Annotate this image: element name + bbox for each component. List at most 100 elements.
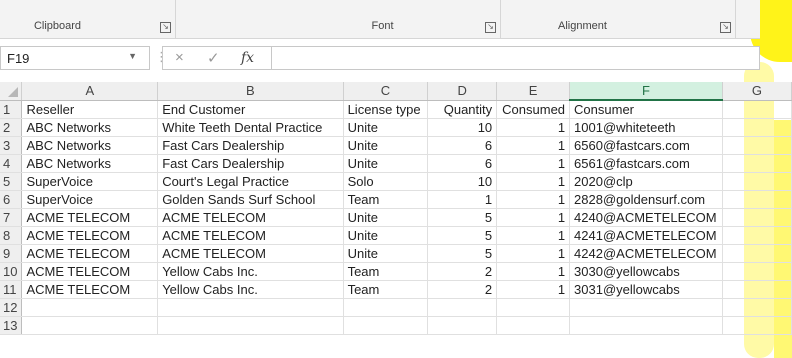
- cell-a9[interactable]: ACME TELECOM: [21, 244, 159, 263]
- cell-a2[interactable]: ABC Networks: [21, 118, 159, 137]
- cell-g13[interactable]: [722, 316, 792, 335]
- cell-a11[interactable]: ACME TELECOM: [21, 280, 159, 299]
- column-header-c[interactable]: C: [343, 82, 429, 101]
- cell-g5[interactable]: [722, 172, 792, 191]
- select-all-button[interactable]: [0, 82, 23, 101]
- cell-a4[interactable]: ABC Networks: [21, 154, 159, 173]
- name-box[interactable]: F19 ▼: [0, 46, 150, 70]
- cell-d12[interactable]: [427, 298, 498, 317]
- cell-c2[interactable]: Unite: [343, 118, 429, 137]
- cell-a7[interactable]: ACME TELECOM: [21, 208, 159, 227]
- cell-a13[interactable]: [21, 316, 159, 335]
- row-header[interactable]: 11: [0, 280, 23, 299]
- row-header[interactable]: 13: [0, 316, 23, 335]
- cell-a12[interactable]: [21, 298, 159, 317]
- cell-g7[interactable]: [722, 208, 792, 227]
- cell-g12[interactable]: [722, 298, 792, 317]
- cell-e12[interactable]: [496, 298, 571, 317]
- cell-a10[interactable]: ACME TELECOM: [21, 262, 159, 281]
- cell-g1[interactable]: [722, 100, 792, 119]
- row-header[interactable]: 7: [0, 208, 23, 227]
- cell-b1[interactable]: End Customer: [157, 100, 344, 119]
- row-header[interactable]: 9: [0, 244, 23, 263]
- cell-c8[interactable]: Unite: [343, 226, 429, 245]
- cell-e4[interactable]: 1: [496, 154, 571, 173]
- cell-a3[interactable]: ABC Networks: [21, 136, 159, 155]
- cell-b8[interactable]: ACME TELECOM: [157, 226, 344, 245]
- chevron-down-icon[interactable]: ▼: [128, 51, 137, 61]
- formula-input[interactable]: [272, 46, 760, 70]
- cell-e3[interactable]: 1: [496, 136, 571, 155]
- cell-d5[interactable]: 10: [427, 172, 498, 191]
- cell-f1[interactable]: Consumer: [569, 100, 723, 119]
- column-header-b[interactable]: B: [157, 82, 344, 101]
- cell-b10[interactable]: Yellow Cabs Inc.: [157, 262, 344, 281]
- cell-c9[interactable]: Unite: [343, 244, 429, 263]
- cell-f11[interactable]: 3031@yellowcabs: [569, 280, 723, 299]
- row-header[interactable]: 2: [0, 118, 23, 137]
- cell-b11[interactable]: Yellow Cabs Inc.: [157, 280, 344, 299]
- cell-c10[interactable]: Team: [343, 262, 429, 281]
- cell-b9[interactable]: ACME TELECOM: [157, 244, 344, 263]
- cell-a5[interactable]: SuperVoice: [21, 172, 159, 191]
- cell-e7[interactable]: 1: [496, 208, 571, 227]
- cell-e2[interactable]: 1: [496, 118, 571, 137]
- cell-b12[interactable]: [157, 298, 344, 317]
- cell-f9[interactable]: 4242@ACMETELECOM: [569, 244, 723, 263]
- cell-d11[interactable]: 2: [427, 280, 498, 299]
- cell-d13[interactable]: [427, 316, 498, 335]
- cell-f10[interactable]: 3030@yellowcabs: [569, 262, 723, 281]
- row-header[interactable]: 8: [0, 226, 23, 245]
- column-header-d[interactable]: D: [427, 82, 498, 101]
- row-header[interactable]: 12: [0, 298, 23, 317]
- cell-g9[interactable]: [722, 244, 792, 263]
- cell-d10[interactable]: 2: [427, 262, 498, 281]
- cell-f13[interactable]: [569, 316, 723, 335]
- cell-d7[interactable]: 5: [427, 208, 498, 227]
- cell-f5[interactable]: 2020@clp: [569, 172, 723, 191]
- cell-c12[interactable]: [343, 298, 429, 317]
- cell-b5[interactable]: Court's Legal Practice: [157, 172, 344, 191]
- cell-e8[interactable]: 1: [496, 226, 571, 245]
- row-header[interactable]: 10: [0, 262, 23, 281]
- row-header[interactable]: 3: [0, 136, 23, 155]
- cell-c5[interactable]: Solo: [343, 172, 429, 191]
- cell-b3[interactable]: Fast Cars Dealership: [157, 136, 344, 155]
- dialog-launcher-icon[interactable]: ↘: [160, 22, 171, 33]
- dialog-launcher-icon[interactable]: ↘: [485, 22, 496, 33]
- cell-c7[interactable]: Unite: [343, 208, 429, 227]
- cell-e11[interactable]: 1: [496, 280, 571, 299]
- cell-b13[interactable]: [157, 316, 344, 335]
- cell-g10[interactable]: [722, 262, 792, 281]
- cell-b7[interactable]: ACME TELECOM: [157, 208, 344, 227]
- insert-function-icon[interactable]: fx: [241, 50, 254, 66]
- cell-b4[interactable]: Fast Cars Dealership: [157, 154, 344, 173]
- cell-d3[interactable]: 6: [427, 136, 498, 155]
- cell-d1[interactable]: Quantity: [427, 100, 498, 119]
- column-header-a[interactable]: A: [21, 82, 159, 101]
- cell-g2[interactable]: [722, 118, 792, 137]
- cell-b2[interactable]: White Teeth Dental Practice: [157, 118, 344, 137]
- cell-d2[interactable]: 10: [427, 118, 498, 137]
- cell-g11[interactable]: [722, 280, 792, 299]
- column-header-e[interactable]: E: [496, 82, 571, 101]
- cell-g4[interactable]: [722, 154, 792, 173]
- cell-f7[interactable]: 4240@ACMETELECOM: [569, 208, 723, 227]
- cell-g6[interactable]: [722, 190, 792, 209]
- column-header-f[interactable]: F: [569, 82, 723, 101]
- cell-e6[interactable]: 1: [496, 190, 571, 209]
- column-header-g[interactable]: G: [722, 82, 792, 101]
- row-header[interactable]: 1: [0, 100, 23, 119]
- cancel-icon[interactable]: ×: [175, 49, 184, 66]
- cell-d9[interactable]: 5: [427, 244, 498, 263]
- cell-e10[interactable]: 1: [496, 262, 571, 281]
- cell-c13[interactable]: [343, 316, 429, 335]
- cell-f4[interactable]: 6561@fastcars.com: [569, 154, 723, 173]
- cell-e1[interactable]: Consumed: [496, 100, 571, 119]
- cell-g3[interactable]: [722, 136, 792, 155]
- cell-d8[interactable]: 5: [427, 226, 498, 245]
- enter-icon[interactable]: ✓: [207, 49, 220, 67]
- cell-c11[interactable]: Team: [343, 280, 429, 299]
- cell-f8[interactable]: 4241@ACMETELECOM: [569, 226, 723, 245]
- cell-c1[interactable]: License type: [343, 100, 429, 119]
